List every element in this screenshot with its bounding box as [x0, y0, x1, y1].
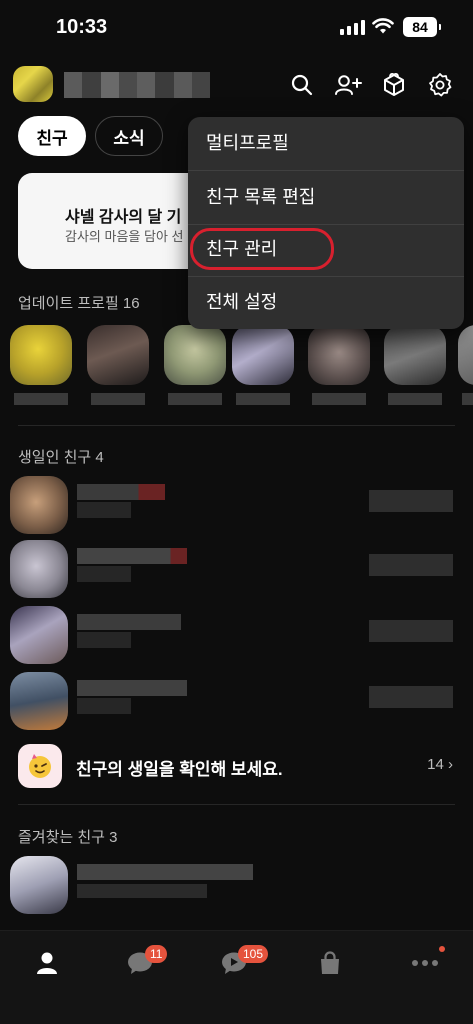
friends-screen: 10:33 84 친구 소식 샤넬 감사의 달 기 감사의 마음을 담아 선 업… — [0, 0, 473, 1024]
updated-profile-item[interactable] — [164, 325, 226, 405]
birthday-friend-row[interactable] — [10, 540, 463, 602]
birthday-friend-row[interactable] — [10, 606, 463, 668]
birthday-check-text: 친구의 생일을 확인해 보세요. — [76, 760, 283, 779]
openchat-badge: 105 — [238, 945, 269, 963]
person-icon — [37, 952, 57, 974]
shopping-icon — [321, 951, 339, 974]
status-bar: 10:33 84 — [0, 0, 473, 56]
updated-profile-item[interactable] — [87, 325, 149, 405]
birthday-friends-heading: 생일인 친구 4 — [18, 449, 104, 466]
battery-indicator: 84 — [403, 17, 441, 37]
updated-profiles-heading: 업데이트 프로필 16 — [18, 295, 140, 312]
settings-icon[interactable] — [423, 68, 456, 101]
my-profile-avatar[interactable] — [13, 66, 53, 102]
chevron-right-icon: › — [448, 756, 453, 773]
nav-friends[interactable] — [27, 945, 67, 981]
menu-item-edit-friend-list[interactable]: 친구 목록 편집 — [188, 171, 464, 224]
birthday-count: 14 › — [427, 756, 453, 773]
updated-profile-item[interactable] — [458, 325, 473, 405]
birthday-friend-row[interactable] — [10, 476, 463, 538]
gift-icon[interactable] — [377, 68, 410, 101]
tab-friends[interactable]: 친구 — [18, 116, 86, 156]
banner-title: 샤넬 감사의 달 기 — [65, 209, 182, 226]
banner-subtitle: 감사의 마음을 담아 선 — [65, 229, 184, 244]
birthday-count-value: 14 — [427, 756, 444, 773]
updated-profiles-row — [10, 325, 473, 415]
cellular-signal-icon — [340, 20, 365, 35]
updated-profile-item[interactable] — [308, 325, 370, 405]
birthday-friend-row[interactable] — [10, 672, 463, 734]
section-divider — [18, 425, 455, 426]
tab-news[interactable]: 소식 — [95, 116, 163, 156]
menu-item-multiprofile[interactable]: 멀티프로필 — [188, 117, 464, 170]
favorite-friends-heading: 즐겨찾는 친구 3 — [18, 829, 118, 846]
add-friend-icon[interactable] — [331, 68, 364, 101]
chats-badge: 11 — [145, 945, 168, 963]
more-icon — [412, 960, 438, 966]
nav-shopping[interactable] — [310, 945, 350, 981]
menu-item-all-settings[interactable]: 전체 설정 — [188, 276, 464, 329]
favorite-friend-row[interactable] — [10, 856, 463, 918]
updated-profile-item[interactable] — [10, 325, 72, 405]
more-notification-dot — [439, 946, 445, 952]
wifi-icon — [372, 18, 394, 34]
cake-icon — [18, 744, 62, 788]
search-icon[interactable] — [285, 68, 318, 101]
updated-profile-item[interactable] — [384, 325, 446, 405]
header-actions — [285, 68, 456, 101]
birthday-check-row[interactable]: 친구의 생일을 확인해 보세요. 14 › — [18, 744, 455, 790]
bottom-navigation: 11 105 — [0, 930, 473, 1024]
settings-dropdown-menu: 멀티프로필 친구 목록 편집 친구 관리 전체 설정 — [188, 117, 464, 329]
my-profile-name[interactable] — [64, 72, 210, 98]
highlight-ring — [190, 228, 334, 270]
status-time: 10:33 — [56, 16, 108, 38]
section-divider — [18, 804, 455, 805]
updated-profile-item[interactable] — [232, 325, 294, 405]
